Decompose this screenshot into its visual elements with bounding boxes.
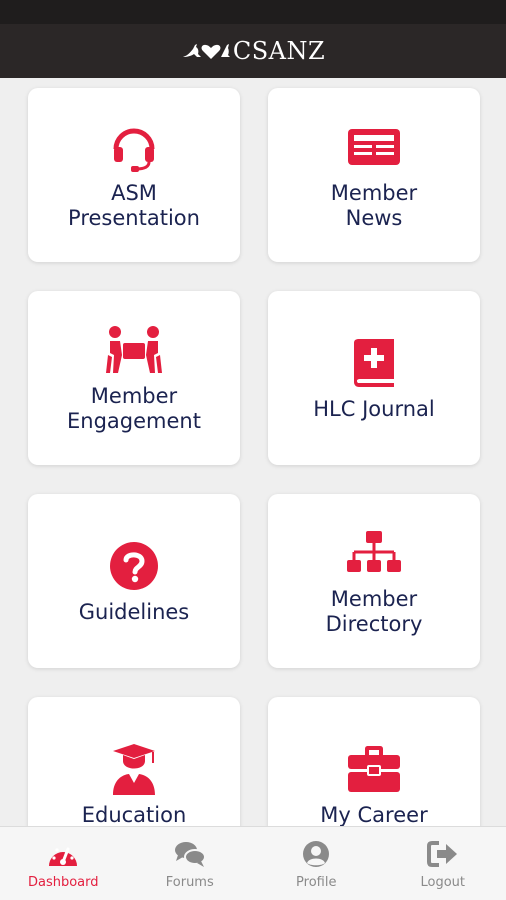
- dashboard-icon: [46, 837, 80, 871]
- nav-label: Profile: [296, 875, 337, 890]
- nav-profile[interactable]: Profile: [253, 827, 380, 900]
- nav-dashboard[interactable]: Dashboard: [0, 827, 127, 900]
- newspaper-icon: [346, 119, 402, 175]
- bottom-navigation: Dashboard Forums Profile Logout: [0, 826, 506, 900]
- tile-label: Guidelines: [78, 599, 190, 624]
- people-carry-icon: [106, 322, 162, 378]
- medical-book-icon: [346, 335, 402, 391]
- nav-logout[interactable]: Logout: [380, 827, 506, 900]
- tile-label: Education: [81, 802, 187, 827]
- csanz-logo: CSANZ: [181, 37, 325, 65]
- question-circle-icon: [106, 538, 162, 594]
- tile-member-engagement[interactable]: Member Engagement: [28, 291, 240, 465]
- nav-label: Dashboard: [27, 875, 99, 890]
- brand-name: CSANZ: [232, 37, 326, 65]
- kangaroo-heart-logo-icon: [182, 44, 230, 59]
- tile-label: HLC Journal: [313, 396, 435, 421]
- nav-label: Forums: [165, 875, 214, 890]
- tile-label: ASM Presentation: [68, 181, 200, 230]
- tile-hlc-journal[interactable]: HLC Journal: [268, 291, 480, 465]
- dashboard-grid: ASM Presentation Member News Member Enga…: [0, 78, 506, 826]
- toolbox-icon: [346, 741, 402, 797]
- comments-icon: [173, 837, 207, 871]
- tile-label: Member Engagement: [67, 384, 201, 433]
- headset-icon: [106, 119, 162, 175]
- nav-forums[interactable]: Forums: [127, 827, 254, 900]
- tile-asm-presentation[interactable]: ASM Presentation: [28, 88, 240, 262]
- tile-member-directory[interactable]: Member Directory: [268, 494, 480, 668]
- tile-label: Member Directory: [325, 587, 423, 636]
- app-header: CSANZ: [0, 24, 506, 78]
- tile-member-news[interactable]: Member News: [268, 88, 480, 262]
- status-bar: [0, 0, 506, 24]
- graduate-icon: [106, 741, 162, 797]
- nav-label: Logout: [420, 875, 465, 890]
- tile-education[interactable]: Education: [28, 697, 240, 826]
- tile-my-career[interactable]: My Career: [268, 697, 480, 826]
- tile-guidelines[interactable]: Guidelines: [28, 494, 240, 668]
- logout-icon: [426, 837, 460, 871]
- user-circle-icon: [299, 837, 333, 871]
- tile-label: My Career: [320, 802, 428, 827]
- tile-label: Member News: [330, 181, 418, 230]
- sitemap-icon: [346, 525, 402, 581]
